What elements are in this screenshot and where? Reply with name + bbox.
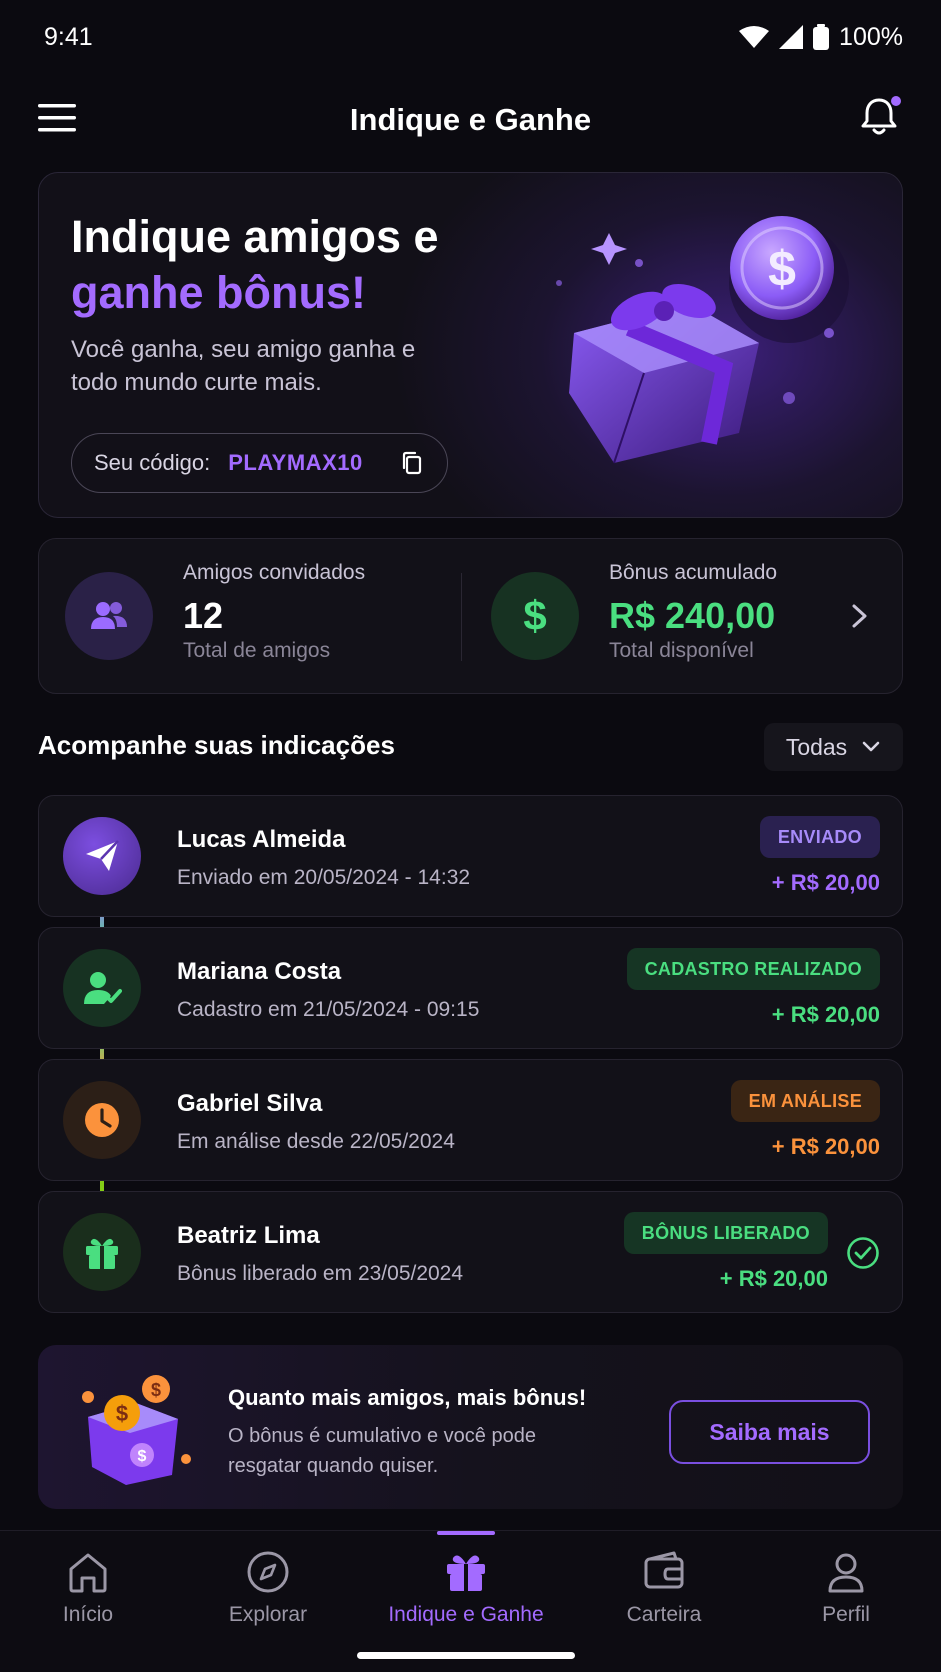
referral-amount: + R$ 20,00: [771, 1134, 880, 1159]
stats-card[interactable]: Amigos convidados 12 Total de amigos $ B…: [38, 538, 903, 694]
referral-date: Enviado em 20/05/2024 - 14:32: [177, 866, 471, 889]
friends-sub: Total de amigos: [183, 639, 331, 662]
chevron-right-icon[interactable]: [848, 601, 872, 631]
page-title: Indique e Ganhe: [349, 102, 592, 137]
section-title: Acompanhe suas indicações: [38, 730, 395, 760]
app-bar: Indique e Ganhe: [0, 80, 941, 160]
friends-label: Amigos convidados: [183, 561, 366, 584]
coin-box-illustration: $ $ $: [82, 1375, 191, 1485]
chevron-down-icon: [862, 741, 880, 752]
referral-card[interactable]: Beatriz Lima Bônus liberado em 23/05/202…: [38, 1191, 903, 1313]
bonus-icon-circle: $: [491, 572, 579, 660]
status-avatar: [63, 1081, 141, 1159]
nav-label: Início: [62, 1603, 114, 1626]
referral-name: Gabriel Silva: [177, 1090, 323, 1117]
menu-icon: [38, 104, 76, 132]
learn-more-button[interactable]: Saiba mais: [669, 1400, 870, 1464]
home-icon: [69, 1553, 107, 1593]
status-badge: CADASTRO REALIZADO: [626, 948, 880, 990]
svg-text:$: $: [768, 241, 796, 297]
menu-button[interactable]: [38, 100, 78, 136]
referral-card[interactable]: Mariana Costa Cadastro em 21/05/2024 - 0…: [38, 927, 903, 1049]
hero-title: Indique amigos e ganhe bônus!: [71, 209, 439, 321]
stats-divider: [461, 573, 462, 661]
nav-item-indique-e-ganhe[interactable]: Indique e Ganhe: [376, 1549, 556, 1627]
svg-text:$: $: [138, 1448, 147, 1465]
friends-icon-circle: [65, 572, 153, 660]
hero-title-line2: ganhe bônus!: [71, 267, 366, 318]
status-avatar: [63, 817, 141, 895]
nav-item-explorar[interactable]: Explorar: [178, 1549, 358, 1627]
referral-amount: + R$ 20,00: [771, 1002, 880, 1027]
referral-name: Lucas Almeida: [177, 826, 346, 853]
gift-coin-illustration: $: [556, 216, 849, 464]
status-avatar: [63, 949, 141, 1027]
code-value: PLAYMAX10: [228, 450, 363, 475]
notification-dot: [891, 96, 901, 106]
friends-value: 12: [183, 595, 224, 636]
copy-icon[interactable]: [399, 450, 425, 476]
promo-text: O bônus é cumulativo e você pode resgata…: [228, 1425, 536, 1477]
referral-card[interactable]: Lucas Almeida Enviado em 20/05/2024 - 14…: [38, 795, 903, 917]
battery-icon: [813, 24, 830, 50]
wallet-icon: [644, 1551, 684, 1589]
nav-label: Perfil: [822, 1603, 870, 1626]
status-badge: EM ANÁLISE: [730, 1080, 880, 1122]
gift-icon: [447, 1555, 485, 1591]
status-icons: 100%: [739, 23, 903, 52]
bottom-nav: Início Explorar Indique e Ganhe Carteira…: [0, 1530, 941, 1672]
referral-date: Em análise desde 22/05/2024: [177, 1130, 455, 1153]
referral-amount: + R$ 20,00: [719, 1266, 828, 1291]
gift-icon: [86, 1238, 118, 1269]
battery-level: 100%: [839, 22, 903, 51]
status-bar: 9:41 100%: [0, 0, 941, 74]
referral-name: Beatriz Lima: [177, 1222, 320, 1249]
hero-subtitle: Você ganha, seu amigo ganha e todo mundo…: [71, 336, 416, 396]
nav-item-perfil[interactable]: Perfil: [756, 1549, 936, 1627]
status-time: 9:41: [44, 22, 93, 51]
referral-card[interactable]: Gabriel Silva Em análise desde 22/05/202…: [38, 1059, 903, 1181]
referral-name: Mariana Costa: [177, 958, 342, 985]
notifications-button[interactable]: [857, 94, 901, 138]
promo-title: Quanto mais amigos, mais bônus!: [228, 1385, 587, 1410]
nav-label: Explorar: [228, 1603, 308, 1626]
users-icon: [91, 602, 127, 629]
referral-amount: + R$ 20,00: [771, 870, 880, 895]
dollar-icon: $: [523, 592, 547, 639]
filter-dropdown[interactable]: Todas: [764, 723, 903, 771]
home-indicator: [357, 1652, 575, 1659]
hero-banner: Indique amigos e ganhe bônus! Você ganha…: [38, 172, 903, 518]
svg-text:$: $: [151, 1380, 161, 1400]
nav-label: Indique e Ganhe: [388, 1603, 544, 1626]
send-icon: [86, 840, 119, 871]
user-check-icon: [84, 972, 122, 1004]
nav-item-inicio[interactable]: Início: [0, 1549, 178, 1627]
hero-title-line1: Indique amigos e: [71, 211, 439, 262]
signal-icon: [779, 25, 804, 49]
referral-date: Cadastro em 21/05/2024 - 09:15: [177, 998, 480, 1021]
status-badge: ENVIADO: [759, 816, 880, 858]
compass-icon: [247, 1551, 289, 1593]
code-label: Seu código:: [94, 450, 211, 475]
bonus-value: R$ 240,00: [609, 595, 776, 636]
bonus-sub: Total disponível: [609, 639, 754, 662]
referral-date: Bônus liberado em 23/05/2024: [177, 1262, 464, 1285]
status-avatar: [63, 1213, 141, 1291]
nav-item-carteira[interactable]: Carteira: [574, 1549, 754, 1627]
check-circle-icon: [847, 1237, 879, 1269]
promo-banner: $ $ $ Quanto mais amigos, mais bônus! O …: [38, 1345, 903, 1509]
status-badge: BÔNUS LIBERADO: [623, 1212, 828, 1254]
wifi-icon: [739, 26, 770, 48]
filter-value: Todas: [785, 733, 848, 760]
referral-code-pill[interactable]: Seu código: PLAYMAX10: [71, 433, 448, 493]
profile-icon: [828, 1553, 864, 1593]
nav-active-indicator: [437, 1531, 495, 1535]
svg-text:$: $: [116, 1401, 128, 1426]
bonus-label: Bônus acumulado: [609, 561, 778, 584]
clock-icon: [85, 1103, 119, 1137]
nav-label: Carteira: [626, 1603, 702, 1626]
